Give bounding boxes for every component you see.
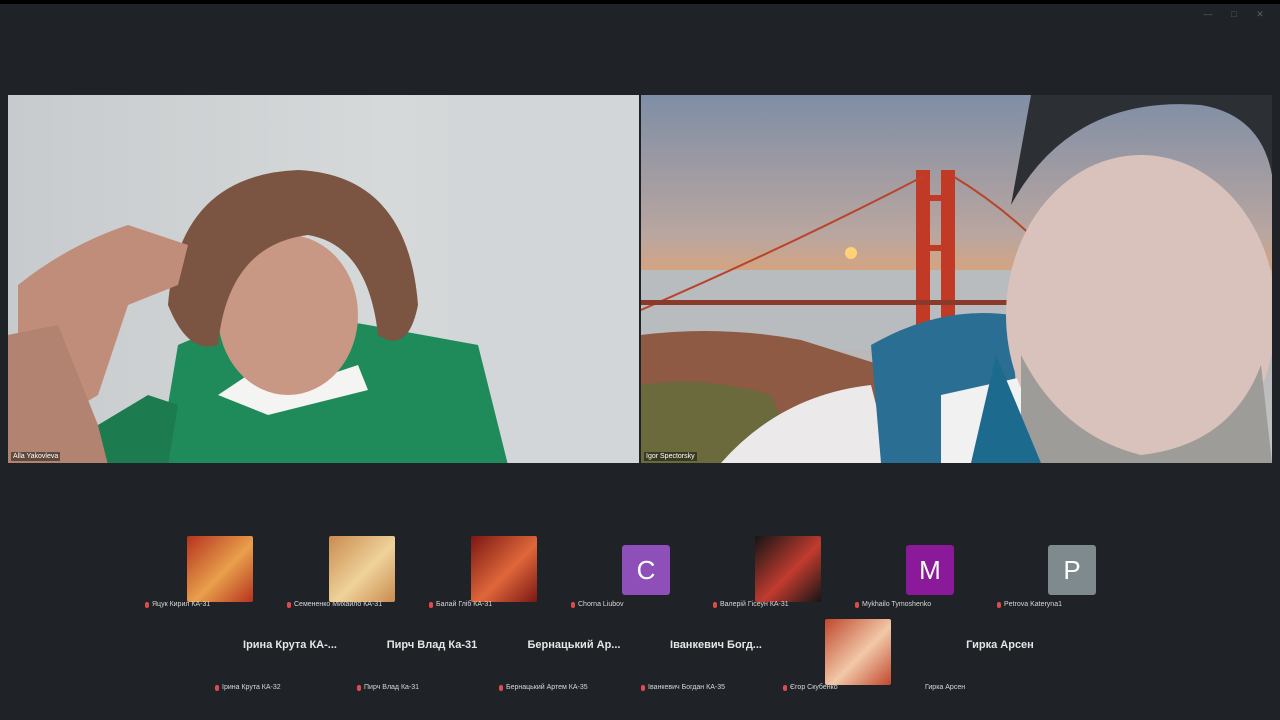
participant-thumbnail bbox=[755, 536, 821, 602]
participant-tile[interactable]: Ірина Крута КА-... Ірина Крута КА-32 bbox=[215, 619, 365, 699]
participant-display-name: Пирч Влад Ка-31 bbox=[386, 639, 478, 651]
minimize-icon[interactable]: — bbox=[1202, 8, 1214, 20]
participant-name-label: Валерій Гісеун КА-31 bbox=[713, 601, 789, 608]
participant-name-label: Яцук Кирил КА-31 bbox=[145, 601, 210, 608]
video-tile-alla-yakovleva[interactable]: Alla Yakovleva bbox=[8, 95, 639, 463]
participant-name-label: Petrova Kateryna1 bbox=[997, 601, 1062, 608]
participant-thumbnail bbox=[471, 536, 537, 602]
participant-name-label: Chorna Liubov bbox=[571, 601, 624, 608]
participant-display-name: Іванкевич Богд... bbox=[670, 639, 762, 651]
mic-muted-icon bbox=[571, 601, 575, 608]
mic-muted-icon bbox=[287, 601, 291, 608]
video-feed-man-bridge-background bbox=[641, 95, 1272, 463]
video-name-label: Alla Yakovleva bbox=[11, 452, 61, 461]
participant-name-text: Яцук Кирил КА-31 bbox=[152, 601, 211, 608]
participant-tile[interactable]: M Mykhailo Tymoshenko bbox=[855, 536, 1005, 616]
participant-name-text: Mykhailo Tymoshenko bbox=[862, 601, 932, 608]
video-feed-woman bbox=[8, 95, 639, 463]
participant-thumbnail bbox=[329, 536, 395, 602]
participant-avatar: M bbox=[906, 545, 954, 595]
mic-muted-icon bbox=[997, 601, 1001, 608]
participant-name-text: Пирч Влад Ка-31 bbox=[364, 684, 420, 691]
participant-tile[interactable]: C Chorna Liubov bbox=[571, 536, 721, 616]
participant-name-text: Іванкевич Богдан КА-35 bbox=[648, 684, 725, 691]
video-tile-igor-spectorsky[interactable]: Igor Spectorsky bbox=[641, 95, 1272, 463]
participant-name-text: Ірина Крута КА-32 bbox=[222, 684, 281, 691]
mic-muted-icon bbox=[145, 601, 149, 608]
close-icon[interactable]: ✕ bbox=[1254, 8, 1266, 20]
participant-name-label: Пирч Влад Ка-31 bbox=[357, 684, 419, 691]
participant-tile[interactable]: Бернацький Ар... Бернацький Артем КА-35 bbox=[499, 619, 649, 699]
mic-muted-icon bbox=[713, 601, 717, 608]
participant-tile[interactable]: Єгор Скубенко bbox=[783, 619, 933, 699]
participant-display-name: Гирка Арсен bbox=[966, 639, 1034, 651]
mic-muted-icon bbox=[783, 684, 787, 691]
participant-display-name: Ірина Крута КА-... bbox=[243, 639, 337, 651]
participant-name-text: Єгор Скубенко bbox=[790, 684, 838, 691]
participant-name-label: Ірина Крута КА-32 bbox=[215, 684, 281, 691]
participant-tile[interactable]: Яцук Кирил КА-31 bbox=[145, 536, 295, 616]
participant-thumbnail bbox=[825, 619, 891, 685]
participant-name-text: Гирка Арсен bbox=[925, 684, 966, 691]
participant-name-label: Гирка Арсен bbox=[925, 684, 965, 691]
participant-name-text: Бернацький Артем КА-35 bbox=[506, 684, 588, 691]
mic-muted-icon bbox=[641, 684, 645, 691]
participant-display-name: Бернацький Ар... bbox=[527, 639, 621, 651]
participant-tile[interactable]: Іванкевич Богд... Іванкевич Богдан КА-35 bbox=[641, 619, 791, 699]
participant-name-text: Валерій Гісеун КА-31 bbox=[720, 601, 789, 608]
participant-name-label: Іванкевич Богдан КА-35 bbox=[641, 684, 725, 691]
participant-name-label: Єгор Скубенко bbox=[783, 684, 838, 691]
mic-muted-icon bbox=[855, 601, 859, 608]
participant-tile[interactable]: P Petrova Kateryna1 bbox=[997, 536, 1147, 616]
participant-name-label: Балай Гліб КА-31 bbox=[429, 601, 492, 608]
window-controls: — □ ✕ bbox=[1202, 8, 1266, 20]
video-name-label: Igor Spectorsky bbox=[644, 452, 697, 461]
mic-muted-icon bbox=[215, 684, 219, 691]
top-strip bbox=[0, 0, 1280, 4]
participant-avatar: C bbox=[622, 545, 670, 595]
mic-muted-icon bbox=[429, 601, 433, 608]
participant-name-text: Семененко Михайло КА-31 bbox=[294, 601, 383, 608]
participant-name-label: Mykhailo Tymoshenko bbox=[855, 601, 931, 608]
participant-tile[interactable]: Семененко Михайло КА-31 bbox=[287, 536, 437, 616]
participant-thumbnail bbox=[187, 536, 253, 602]
participant-tile[interactable]: Гирка Арсен Гирка Арсен bbox=[925, 619, 1075, 699]
participant-tile[interactable]: Балай Гліб КА-31 bbox=[429, 536, 579, 616]
participant-name-text: Балай Гліб КА-31 bbox=[436, 601, 493, 608]
mic-muted-icon bbox=[499, 684, 503, 691]
participant-name-label: Бернацький Артем КА-35 bbox=[499, 684, 588, 691]
participant-tile[interactable]: Пирч Влад Ка-31 Пирч Влад Ка-31 bbox=[357, 619, 507, 699]
participant-name-text: Chorna Liubov bbox=[578, 601, 624, 608]
mic-muted-icon bbox=[357, 684, 361, 691]
participant-tile[interactable]: Валерій Гісеун КА-31 bbox=[713, 536, 863, 616]
participant-name-text: Petrova Kateryna1 bbox=[1004, 601, 1062, 608]
maximize-icon[interactable]: □ bbox=[1228, 8, 1240, 20]
participant-name-label: Семененко Михайло КА-31 bbox=[287, 601, 382, 608]
participant-avatar: P bbox=[1048, 545, 1096, 595]
